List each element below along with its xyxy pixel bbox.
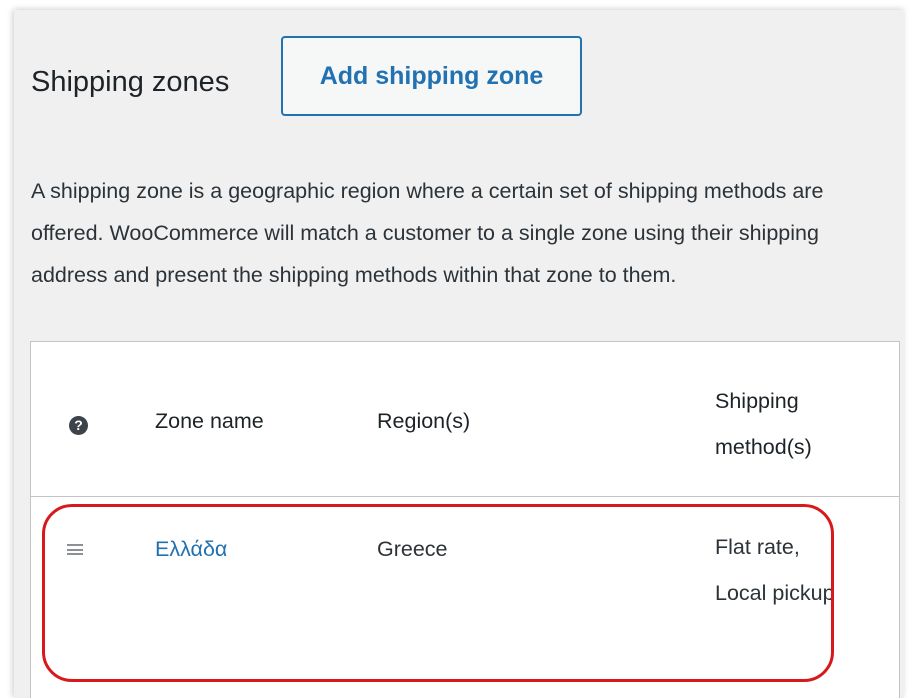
column-header-zone-name: Zone name — [155, 409, 264, 433]
shipping-zones-table: ? Zone name Region(s) Shipping method(s)… — [30, 341, 900, 698]
column-header-regions: Region(s) — [377, 409, 471, 433]
drag-handle-icon[interactable] — [67, 544, 83, 555]
table-header: ? Zone name Region(s) Shipping method(s) — [31, 342, 899, 497]
shipping-zones-panel: Shipping zones Add shipping zone A shipp… — [14, 10, 904, 698]
column-header-shipping-methods: Shipping method(s) — [715, 389, 812, 459]
zone-regions-cell: Greece — [377, 537, 448, 561]
help-icon[interactable]: ? — [69, 416, 88, 435]
page-title: Shipping zones — [31, 66, 230, 98]
table-row: Ελλάδα Greece Flat rate, Local pickup — [31, 496, 899, 698]
zone-name-link[interactable]: Ελλάδα — [155, 537, 227, 562]
add-shipping-zone-button[interactable]: Add shipping zone — [281, 36, 582, 116]
zones-description: A shipping zone is a geographic region w… — [31, 179, 824, 287]
zone-methods-cell: Flat rate, Local pickup — [715, 535, 835, 605]
